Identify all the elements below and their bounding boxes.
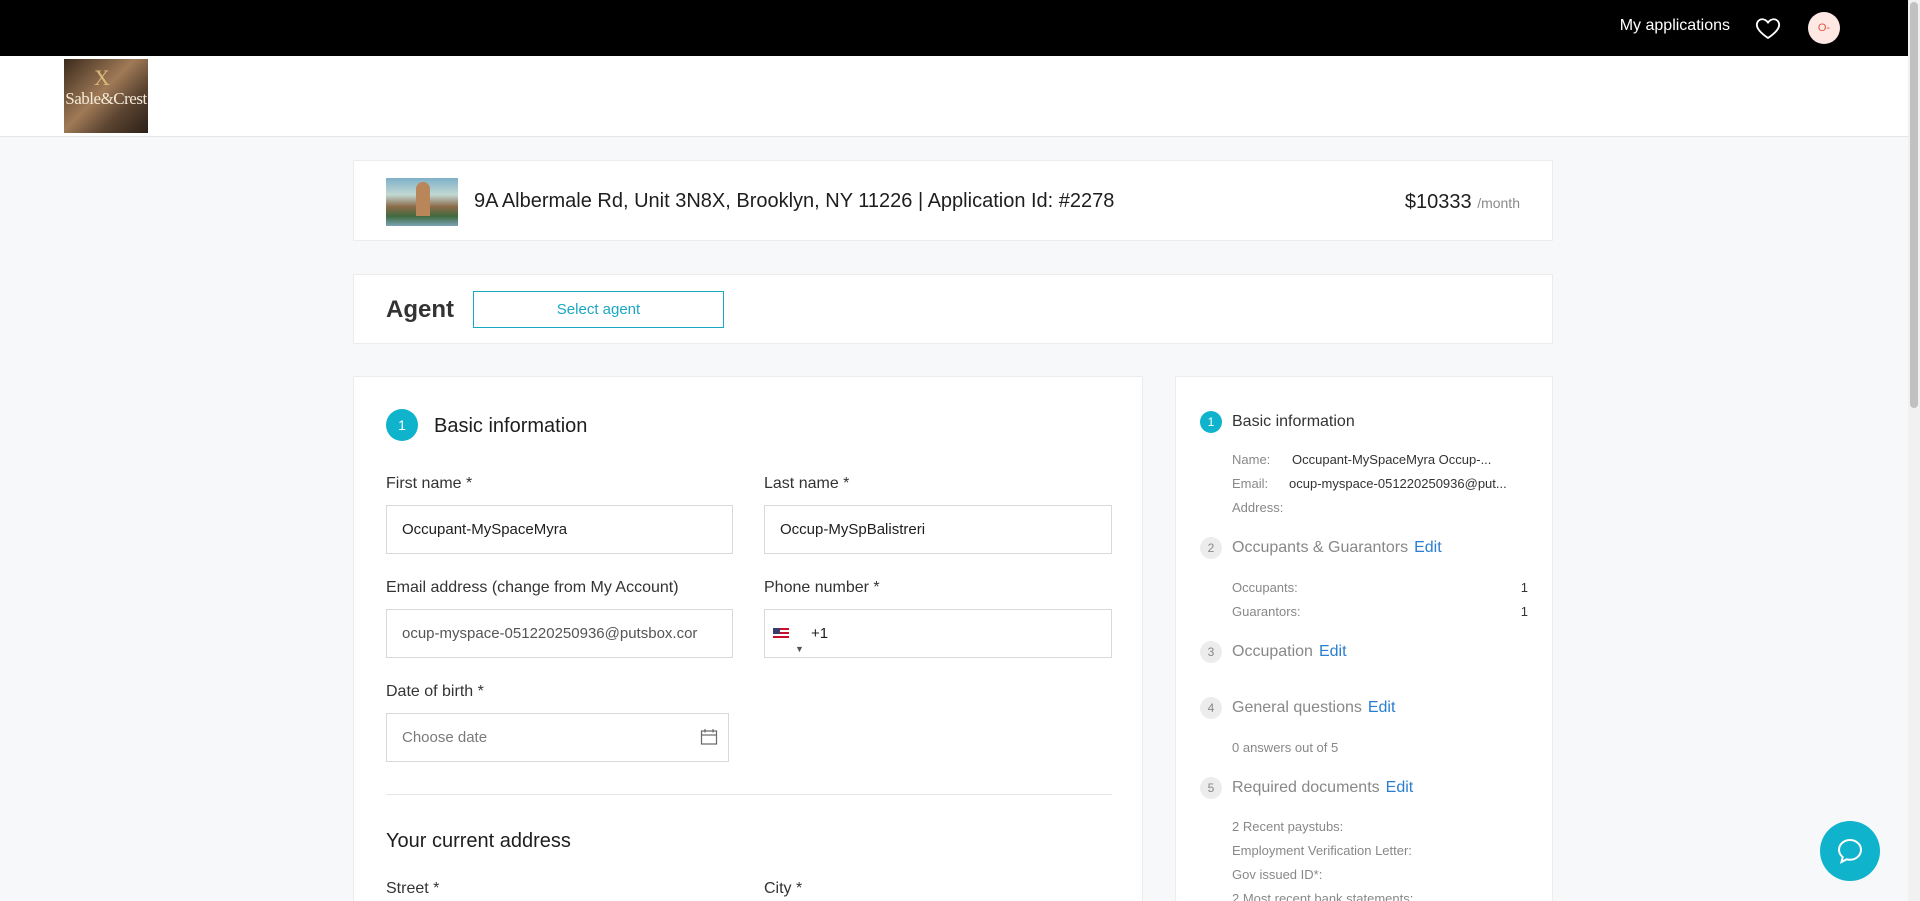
edit-occupants-link[interactable]: Edit: [1414, 539, 1442, 556]
basic-information-form: 1 Basic information First name * Occupan…: [353, 376, 1143, 901]
phone-dial-code: +1: [811, 625, 829, 642]
price-unit: /month: [1477, 195, 1520, 211]
favorites-heart-icon[interactable]: [1754, 14, 1782, 42]
summary-step-1-badge: 1: [1200, 411, 1222, 433]
summary-name-label: Name:: [1232, 452, 1271, 467]
phone-label: Phone number *: [764, 579, 880, 596]
us-flag-icon[interactable]: [773, 628, 789, 640]
summary-email-value: ocup-myspace-051220250936@put...: [1289, 476, 1507, 491]
edit-documents-link[interactable]: Edit: [1386, 779, 1414, 796]
scrollbar-thumb[interactable]: [1910, 2, 1918, 408]
logo-mark: X: [94, 65, 110, 90]
summary-guarantors-value: 1: [1520, 604, 1528, 619]
summary-guarantors-label: Guarantors:: [1232, 604, 1301, 619]
last-name-field[interactable]: Occup-MySpBalistreri: [764, 505, 1112, 554]
summary-occupants-value: 1: [1520, 580, 1528, 595]
summary-step-2-badge: 2: [1200, 537, 1222, 559]
property-address: 9A Albermale Rd, Unit 3N8X, Brooklyn, NY…: [474, 190, 1115, 212]
city-label: City *: [764, 880, 803, 897]
summary-step-3-badge: 3: [1200, 641, 1222, 663]
summary-doc-item: 2 Most recent bank statements:: [1232, 891, 1414, 901]
summary-step-5-title: Required documents Edit: [1232, 779, 1413, 797]
dob-label: Date of birth *: [386, 683, 484, 700]
top-navigation-bar: My applications O-: [0, 0, 1908, 56]
summary-step-2-title: Occupants & Guarantors Edit: [1232, 539, 1442, 557]
property-thumbnail: [386, 178, 458, 226]
email-field[interactable]: ocup-myspace-051220250936@putsbox.cor: [386, 609, 733, 658]
chat-bubble-icon: [1837, 838, 1863, 864]
section-title: Basic information: [434, 415, 588, 437]
agent-card: Agent Select agent: [353, 274, 1553, 344]
summary-questions-status: 0 answers out of 5: [1232, 740, 1339, 755]
my-applications-link[interactable]: My applications: [1620, 17, 1730, 35]
chevron-down-icon[interactable]: ▼: [795, 626, 804, 657]
step-5-title-text: Required documents: [1232, 779, 1380, 796]
edit-questions-link[interactable]: Edit: [1368, 699, 1396, 716]
calendar-icon[interactable]: [700, 728, 718, 746]
property-price: $10333 /month: [1405, 191, 1520, 214]
logo-text: Sable&Crest: [65, 89, 147, 108]
company-logo[interactable]: X Sable&Crest: [64, 59, 148, 133]
step-4-title-text: General questions: [1232, 699, 1362, 716]
summary-email-label: Email:: [1232, 476, 1269, 491]
application-summary: 1 Basic information Name: Occupant-MySpa…: [1175, 376, 1553, 901]
summary-step-3-title: Occupation Edit: [1232, 643, 1347, 661]
first-name-label: First name *: [386, 475, 473, 492]
current-address-title: Your current address: [386, 830, 571, 852]
step-3-title-text: Occupation: [1232, 643, 1313, 660]
step-number-badge: 1: [386, 409, 418, 441]
first-name-field[interactable]: Occupant-MySpaceMyra: [386, 505, 733, 554]
summary-step-4-title: General questions Edit: [1232, 699, 1395, 717]
property-card: 9A Albermale Rd, Unit 3N8X, Brooklyn, NY…: [353, 160, 1553, 241]
chat-support-button[interactable]: [1820, 821, 1880, 881]
select-agent-button[interactable]: Select agent: [473, 291, 724, 328]
phone-field[interactable]: ▼ +1: [764, 609, 1112, 658]
step-2-title-text: Occupants & Guarantors: [1232, 539, 1409, 556]
summary-doc-item: 2 Recent paystubs:: [1232, 819, 1344, 834]
price-amount: $10333: [1404, 191, 1472, 213]
user-avatar[interactable]: O-: [1808, 12, 1840, 44]
summary-step-4-badge: 4: [1200, 697, 1222, 719]
brand-header: X Sable&Crest: [0, 56, 1908, 137]
summary-doc-item: Gov issued ID*:: [1232, 867, 1323, 882]
summary-doc-item: Employment Verification Letter:: [1232, 843, 1412, 858]
edit-occupation-link[interactable]: Edit: [1319, 643, 1347, 660]
summary-step-1-title[interactable]: Basic information: [1232, 413, 1355, 431]
section-divider: [386, 794, 1112, 795]
summary-step-5-badge: 5: [1200, 777, 1222, 799]
street-label: Street *: [386, 880, 440, 897]
summary-address-label: Address:: [1232, 500, 1284, 515]
summary-occupants-label: Occupants:: [1232, 580, 1298, 595]
page-scrollbar[interactable]: [1908, 0, 1920, 901]
summary-name-value: Occupant-MySpaceMyra Occup-...: [1292, 452, 1492, 467]
dob-placeholder: Choose date: [402, 729, 488, 746]
last-name-label: Last name *: [764, 475, 850, 492]
email-label: Email address (change from My Account): [386, 579, 679, 596]
dob-field[interactable]: Choose date: [386, 713, 729, 762]
agent-title: Agent: [386, 296, 454, 323]
